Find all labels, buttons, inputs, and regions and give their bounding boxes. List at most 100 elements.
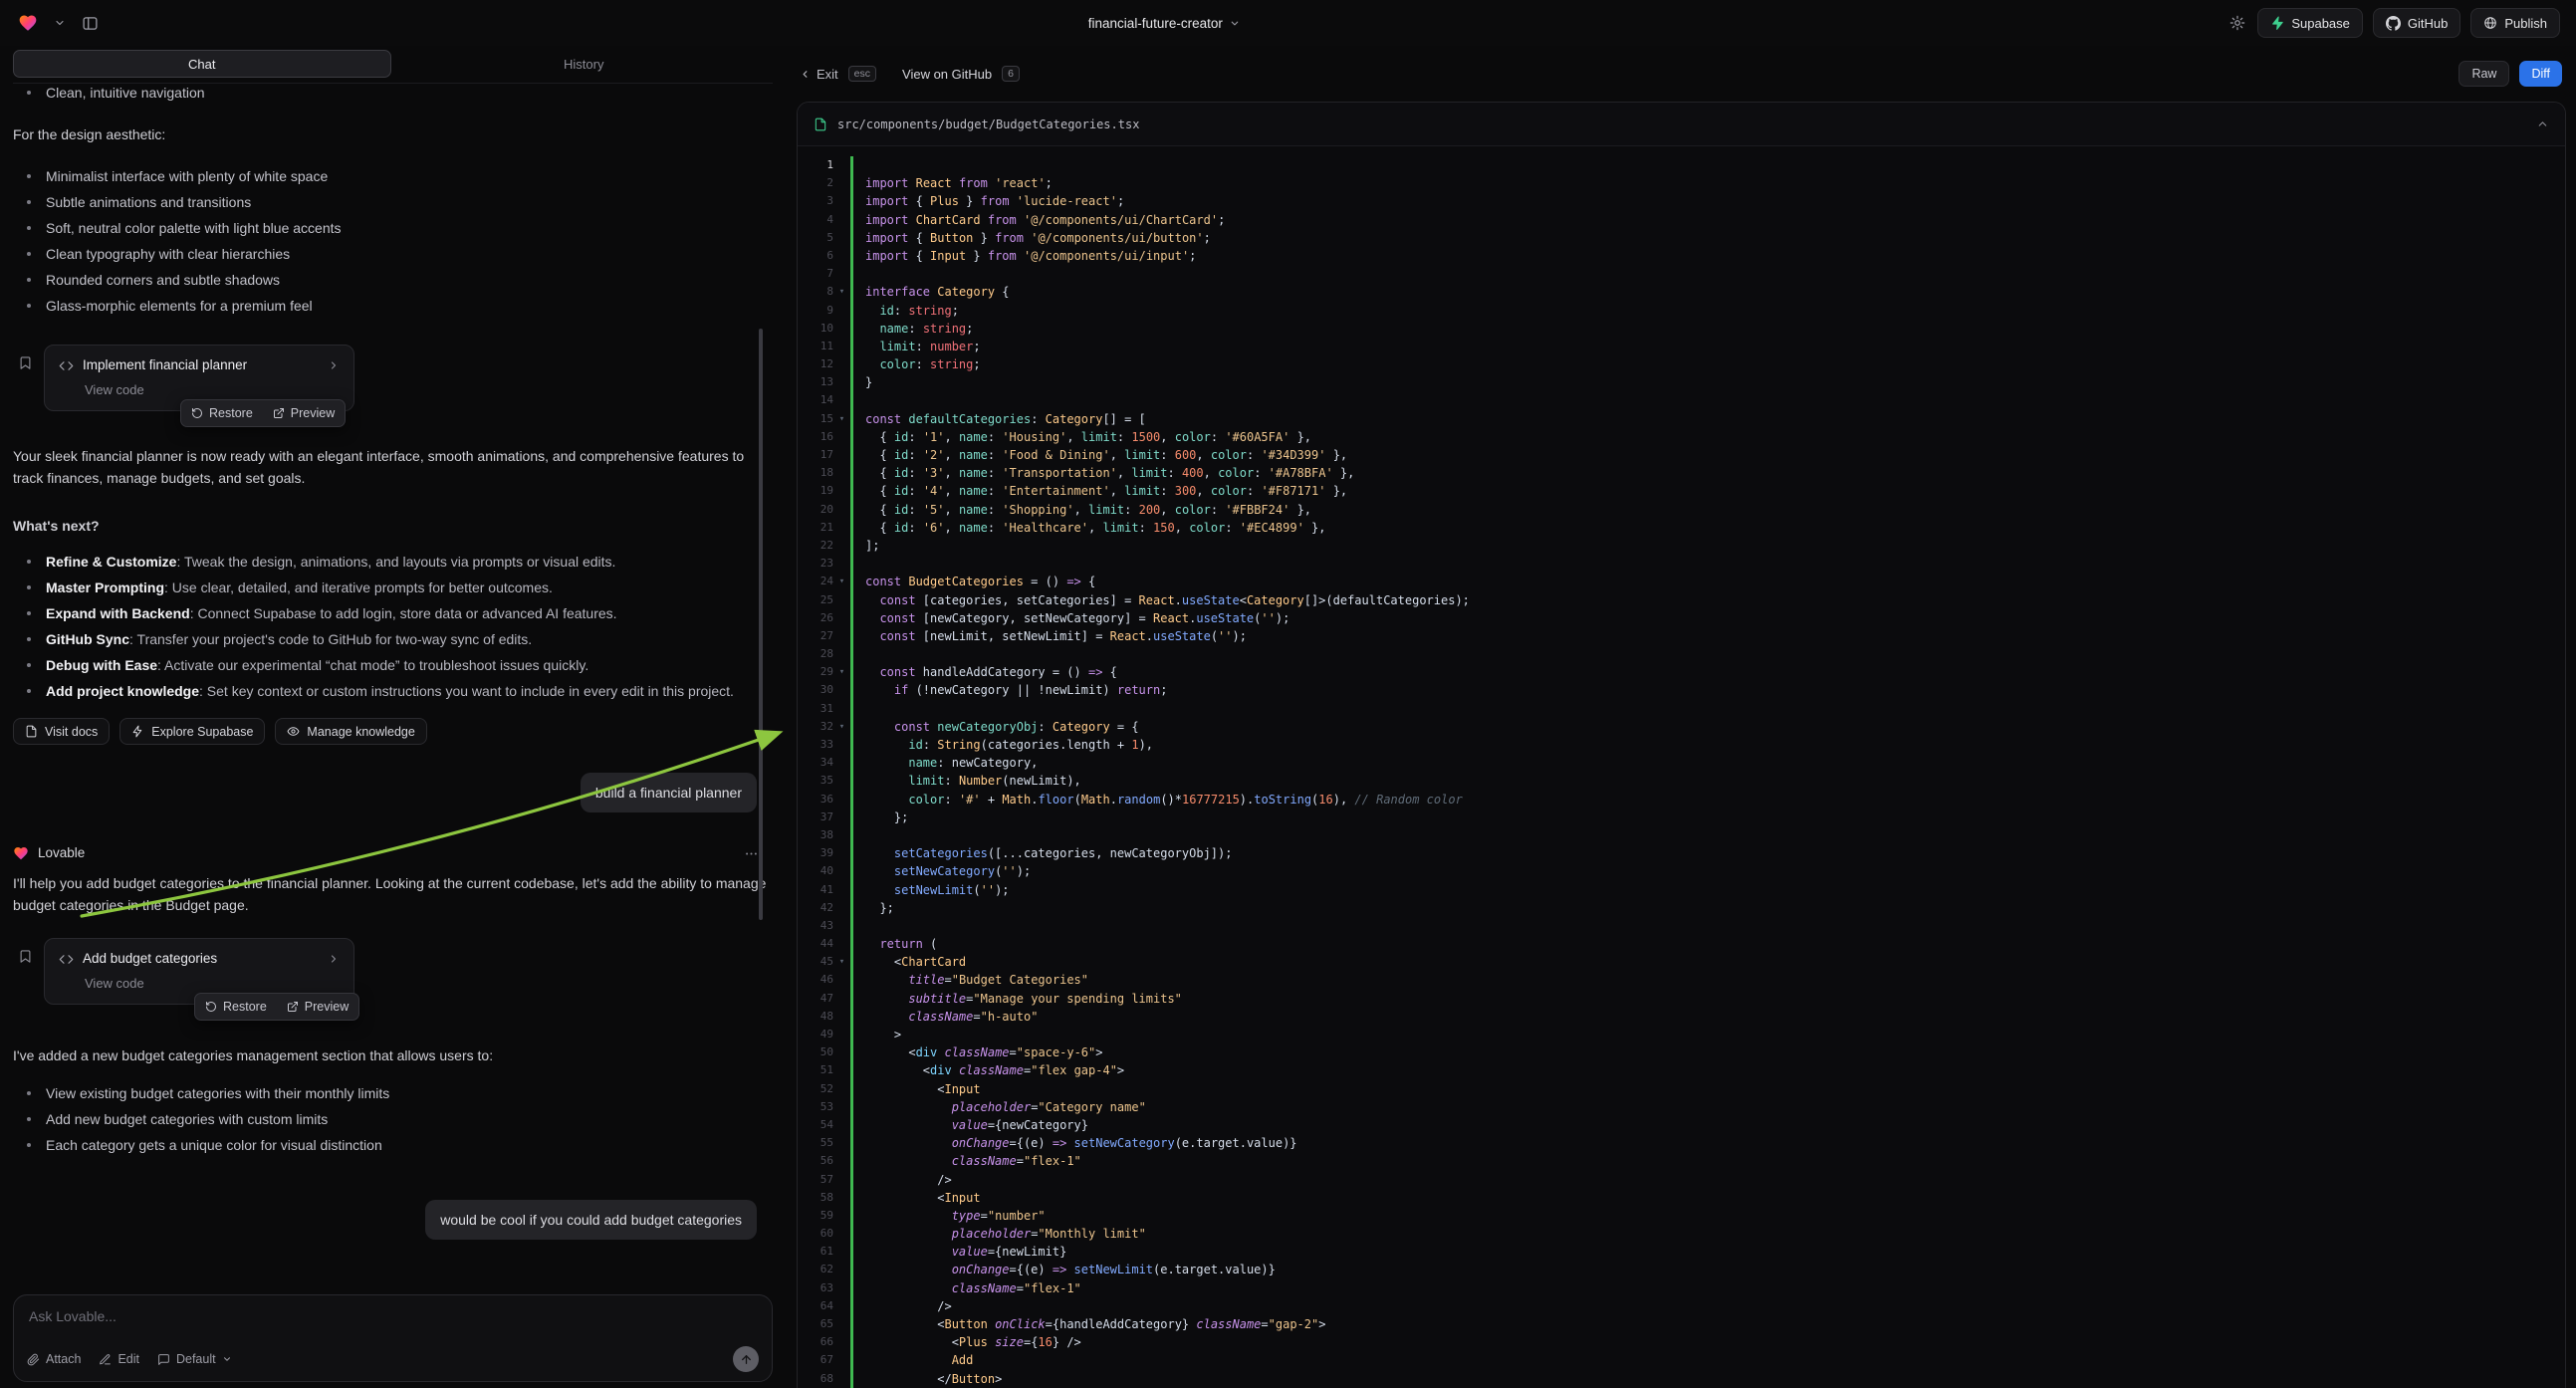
bullet-item: Subtle animations and transitions xyxy=(13,191,773,213)
code-line: 46 title="Budget Categories" xyxy=(798,971,2565,989)
tab-chat[interactable]: Chat xyxy=(13,50,391,78)
fold-gutter xyxy=(833,320,850,338)
project-selector[interactable]: financial-future-creator xyxy=(1088,0,1241,46)
chat-scrollbar[interactable] xyxy=(759,329,763,920)
user-message: would be cool if you could add budget ca… xyxy=(425,1200,757,1240)
line-number: 53 xyxy=(798,1098,833,1116)
view-code-link[interactable]: View code xyxy=(85,973,144,995)
chat-mode-select[interactable]: Default xyxy=(157,1352,232,1366)
lovable-heart-icon xyxy=(13,845,29,861)
tab-history[interactable]: History xyxy=(395,50,774,78)
exit-button[interactable]: Exit xyxy=(800,67,838,82)
code-line: 55 onChange={(e) => setNewCategory(e.tar… xyxy=(798,1134,2565,1152)
code-text: interface Category { xyxy=(850,283,2565,301)
fold-gutter xyxy=(833,645,850,663)
globe-icon xyxy=(2483,16,2497,30)
fold-toggle-icon[interactable]: ▾ xyxy=(833,573,850,590)
restore-button[interactable]: Restore xyxy=(181,400,263,426)
fold-gutter xyxy=(833,1261,850,1278)
preview-button[interactable]: Preview xyxy=(263,400,345,426)
code-line: 58 <Input xyxy=(798,1189,2565,1207)
chevron-left-icon xyxy=(800,69,811,80)
restore-button[interactable]: Restore xyxy=(195,994,277,1020)
code-line: 39 setCategories([...categories, newCate… xyxy=(798,844,2565,862)
lovable-logo[interactable] xyxy=(16,11,40,35)
line-number: 1 xyxy=(798,156,833,174)
line-number: 17 xyxy=(798,446,833,464)
code-text: limit: number; xyxy=(850,338,2565,355)
code-line: 28 xyxy=(798,645,2565,663)
supabase-bolt-icon xyxy=(2270,16,2284,30)
code-text: const newCategoryObj: Category = { xyxy=(850,718,2565,736)
line-number: 64 xyxy=(798,1297,833,1315)
code-line: 62 onChange={(e) => setNewLimit(e.target… xyxy=(798,1261,2565,1278)
visit-docs-button[interactable]: Visit docs xyxy=(13,718,110,745)
code-text: color: '#' + Math.floor(Math.random()*16… xyxy=(850,791,2565,809)
ready-paragraph: Your sleek financial planner is now read… xyxy=(13,445,773,489)
sidebar-toggle-icon[interactable] xyxy=(80,13,101,34)
view-code-link[interactable]: View code xyxy=(85,379,144,401)
code-line: 68 </Button> xyxy=(798,1370,2565,1388)
fold-toggle-icon[interactable]: ▾ xyxy=(833,410,850,428)
fold-gutter xyxy=(833,355,850,373)
code-line: 66 <Plus size={16} /> xyxy=(798,1333,2565,1351)
fold-toggle-icon[interactable]: ▾ xyxy=(833,718,850,736)
quick-actions: Visit docs Explore Supabase Manage knowl… xyxy=(13,718,773,745)
code-line: 37 }; xyxy=(798,809,2565,826)
github-button[interactable]: GitHub xyxy=(2373,8,2460,38)
view-on-github-button[interactable]: View on GitHub xyxy=(902,67,992,82)
attach-button[interactable]: Attach xyxy=(27,1352,81,1366)
collapse-chevron-up-icon[interactable] xyxy=(2536,117,2549,130)
file-bar[interactable]: src/components/budget/BudgetCategories.t… xyxy=(798,103,2565,146)
line-number: 30 xyxy=(798,681,833,699)
fold-gutter xyxy=(833,174,850,192)
line-number: 67 xyxy=(798,1351,833,1369)
preview-button[interactable]: Preview xyxy=(277,994,358,1020)
line-number: 6 xyxy=(798,247,833,265)
code-line: 14 xyxy=(798,391,2565,409)
line-number: 25 xyxy=(798,591,833,609)
line-number: 28 xyxy=(798,645,833,663)
line-number: 5 xyxy=(798,229,833,247)
supabase-button[interactable]: Supabase xyxy=(2257,8,2363,38)
version-card[interactable]: Add budget categories View code Restore xyxy=(44,938,354,1005)
chevron-right-icon xyxy=(328,359,340,371)
fold-gutter xyxy=(833,700,850,718)
chat-input[interactable] xyxy=(29,1308,757,1324)
code-line: 47 subtitle="Manage your spending limits… xyxy=(798,990,2565,1008)
code-text: value={newLimit} xyxy=(850,1243,2565,1261)
version-card-title: Implement financial planner xyxy=(83,354,247,376)
line-number: 11 xyxy=(798,338,833,355)
fold-gutter xyxy=(833,881,850,899)
restore-icon xyxy=(205,1001,217,1013)
fold-toggle-icon[interactable]: ▾ xyxy=(833,283,850,301)
chat-mode-icon xyxy=(157,1353,170,1366)
line-number: 8 xyxy=(798,283,833,301)
edit-button[interactable]: Edit xyxy=(99,1352,139,1366)
fold-toggle-icon[interactable]: ▾ xyxy=(833,663,850,681)
settings-gear-icon[interactable] xyxy=(2227,13,2247,33)
added-paragraph: I've added a new budget categories manag… xyxy=(13,1044,773,1066)
paperclip-icon xyxy=(27,1353,40,1366)
manage-knowledge-button[interactable]: Manage knowledge xyxy=(275,718,426,745)
fold-toggle-icon[interactable]: ▾ xyxy=(833,953,850,971)
line-number: 26 xyxy=(798,609,833,627)
code-text xyxy=(850,555,2565,573)
bookmark-icon[interactable] xyxy=(18,355,33,411)
raw-button[interactable]: Raw xyxy=(2459,61,2509,87)
code-text: id: string; xyxy=(850,302,2565,320)
workspace-chevron-down-icon[interactable] xyxy=(52,15,68,31)
file-icon xyxy=(814,117,827,131)
diff-button[interactable]: Diff xyxy=(2519,61,2562,87)
bookmark-icon[interactable] xyxy=(18,949,33,1005)
fold-gutter xyxy=(833,844,850,862)
more-options-icon[interactable] xyxy=(744,846,759,861)
version-card[interactable]: Implement financial planner View code Re… xyxy=(44,345,354,411)
publish-button[interactable]: Publish xyxy=(2470,8,2560,38)
code-text: <Input xyxy=(850,1080,2565,1098)
send-button[interactable] xyxy=(733,1346,759,1372)
restore-preview-popover: Restore Preview xyxy=(194,993,359,1021)
explore-supabase-button[interactable]: Explore Supabase xyxy=(119,718,265,745)
code-text xyxy=(850,156,2565,174)
chevron-down-icon xyxy=(1230,18,1241,29)
